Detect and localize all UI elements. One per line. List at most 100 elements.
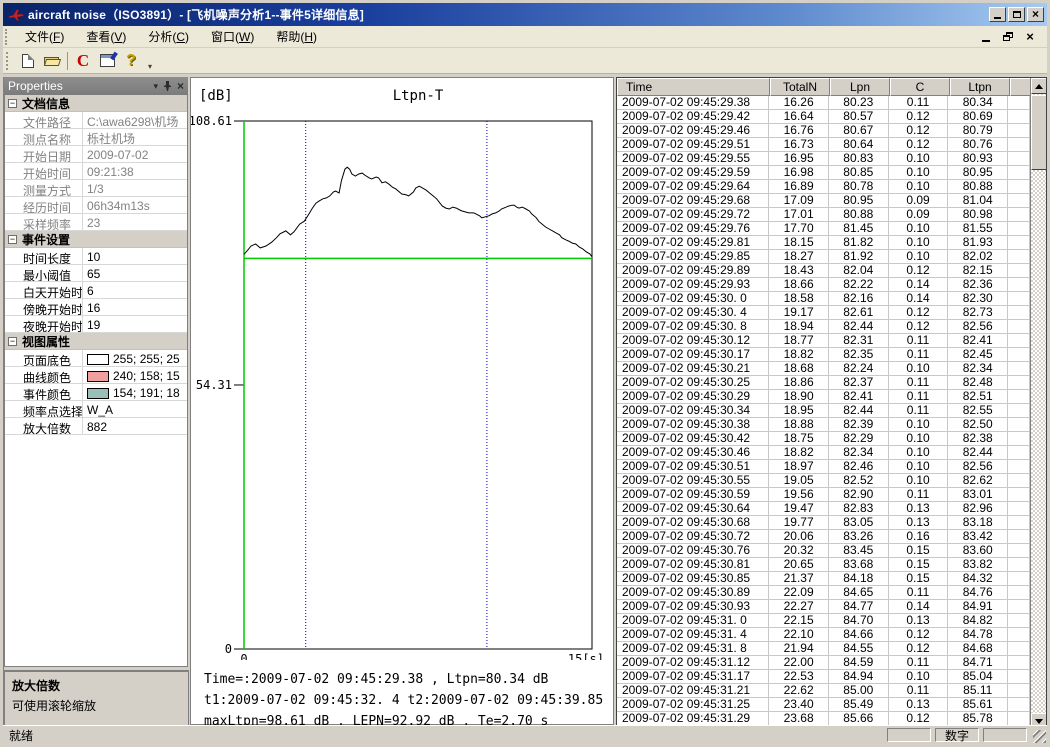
table-row[interactable]: 2009-07-02 09:45:31.2523.4085.490.1385.6… [617, 698, 1030, 712]
table-row[interactable]: 2009-07-02 09:45:30.1718.8282.350.1182.4… [617, 348, 1030, 362]
property-row[interactable]: 测点名称栎社机场 [5, 129, 187, 146]
table-row[interactable]: 2009-07-02 09:45:29.7217.0180.880.0980.9… [617, 208, 1030, 222]
minimize-button[interactable] [989, 7, 1006, 22]
table-row[interactable]: 2009-07-02 09:45:30.4218.7582.290.1082.3… [617, 432, 1030, 446]
property-row[interactable]: 开始时间09:21:38 [5, 163, 187, 180]
table-row[interactable]: 2009-07-02 09:45:30.6419.4782.830.1382.9… [617, 502, 1030, 516]
table-row[interactable]: 2009-07-02 09:45:30.5919.5682.900.1183.0… [617, 488, 1030, 502]
table-row[interactable]: 2009-07-02 09:45:29.3816.2680.230.1180.3… [617, 96, 1030, 110]
table-row[interactable]: 2009-07-02 09:45:31.2122.6285.000.1185.1… [617, 684, 1030, 698]
toolbar-button-c-letter[interactable]: C [71, 50, 95, 72]
menu-grip-handle[interactable] [5, 29, 10, 45]
mdi-restore-button[interactable] [1001, 30, 1015, 43]
property-row[interactable]: 文件路径C:\awa6298\机场 [5, 112, 187, 129]
menu-item[interactable]: 分析(C) [137, 25, 200, 48]
table-row[interactable]: 2009-07-02 09:45:31. 821.9484.550.1284.6… [617, 642, 1030, 656]
menu-item[interactable]: 文件(F) [14, 25, 75, 48]
table-scrollbar[interactable] [1030, 78, 1046, 729]
table-row[interactable]: 2009-07-02 09:45:29.4216.6480.570.1280.6… [617, 110, 1030, 124]
table-row[interactable]: 2009-07-02 09:45:29.5116.7380.640.1280.7… [617, 138, 1030, 152]
table-row[interactable]: 2009-07-02 09:45:29.9318.6682.220.1482.3… [617, 278, 1030, 292]
table-row[interactable]: 2009-07-02 09:45:30. 018.5882.160.1482.3… [617, 292, 1030, 306]
table-row[interactable]: 2009-07-02 09:45:30.4618.8282.340.1082.4… [617, 446, 1030, 460]
toolbar-button-open-folder[interactable] [40, 50, 64, 72]
property-row[interactable]: 页面底色255; 255; 25 [5, 350, 187, 367]
toolbar-button-new-document[interactable] [16, 50, 40, 72]
table-row[interactable]: 2009-07-02 09:45:29.6817.0980.950.0981.0… [617, 194, 1030, 208]
property-section-header[interactable]: −视图属性 [5, 333, 187, 350]
table-row[interactable]: 2009-07-02 09:45:29.6416.8980.780.1080.8… [617, 180, 1030, 194]
maximize-button[interactable] [1008, 7, 1025, 22]
table-header-spacer[interactable] [1010, 78, 1032, 96]
property-row[interactable]: 开始日期2009-07-02 [5, 146, 187, 163]
table-row[interactable]: 2009-07-02 09:45:30.3818.8882.390.1082.5… [617, 418, 1030, 432]
scrollbar-thumb[interactable] [1031, 95, 1047, 170]
panel-menu-chevron-icon[interactable]: ▾ [153, 81, 158, 92]
panel-close-icon[interactable]: × [177, 79, 184, 93]
collapse-icon[interactable]: − [8, 235, 17, 244]
scroll-up-button[interactable] [1031, 78, 1047, 94]
toolbar-grip-handle[interactable] [6, 52, 11, 70]
menu-item[interactable]: 窗口(W) [200, 25, 265, 48]
menu-item[interactable]: 帮助(H) [265, 25, 328, 48]
table-row[interactable]: 2009-07-02 09:45:30.8922.0984.650.1184.7… [617, 586, 1030, 600]
close-button[interactable]: × [1027, 7, 1044, 22]
toolbar-button-properties[interactable] [95, 50, 119, 72]
table-row[interactable]: 2009-07-02 09:45:31.1722.5384.940.1085.0… [617, 670, 1030, 684]
table-row[interactable]: 2009-07-02 09:45:30.2118.6882.240.1082.3… [617, 362, 1030, 376]
property-row[interactable]: 频率点选择W_A [5, 401, 187, 418]
toolbar-options-chevron-icon[interactable]: ▾ [145, 62, 155, 73]
menu-item[interactable]: 查看(V) [75, 25, 137, 48]
table-header-C[interactable]: C [890, 78, 950, 96]
table-row[interactable]: 2009-07-02 09:45:31.2923.6885.660.1285.7… [617, 712, 1030, 726]
table-row[interactable]: 2009-07-02 09:45:30.6819.7783.050.1383.1… [617, 516, 1030, 530]
table-header-Time[interactable]: Time [617, 78, 770, 96]
table-row[interactable]: 2009-07-02 09:45:30.2518.8682.370.1182.4… [617, 376, 1030, 390]
table-row[interactable]: 2009-07-02 09:45:30.7620.3283.450.1583.6… [617, 544, 1030, 558]
table-row[interactable]: 2009-07-02 09:45:29.8518.2781.920.1082.0… [617, 250, 1030, 264]
property-row[interactable]: 曲线颜色240; 158; 15 [5, 367, 187, 384]
table-row[interactable]: 2009-07-02 09:45:29.5916.9880.850.1080.9… [617, 166, 1030, 180]
table-row[interactable]: 2009-07-02 09:45:30. 419.1782.610.1282.7… [617, 306, 1030, 320]
property-row[interactable]: 经历时间06h34m13s [5, 197, 187, 214]
table-row[interactable]: 2009-07-02 09:45:30.9322.2784.770.1484.9… [617, 600, 1030, 614]
property-row[interactable]: 白天开始时间6 [5, 282, 187, 299]
mdi-minimize-button[interactable] [979, 30, 993, 43]
property-row[interactable]: 测量方式1/3 [5, 180, 187, 197]
resize-grip[interactable] [1033, 730, 1046, 743]
table-row[interactable]: 2009-07-02 09:45:29.8118.1581.820.1081.9… [617, 236, 1030, 250]
table-header-TotalN[interactable]: TotalN [770, 78, 830, 96]
property-row[interactable]: 采样频率23 [5, 214, 187, 231]
mdi-close-button[interactable]: × [1023, 30, 1037, 43]
property-row[interactable]: 夜晚开始时间19 [5, 316, 187, 333]
table-row[interactable]: 2009-07-02 09:45:29.4616.7680.670.1280.7… [617, 124, 1030, 138]
table-row[interactable]: 2009-07-02 09:45:30. 818.9482.440.1282.5… [617, 320, 1030, 334]
table-row[interactable]: 2009-07-02 09:45:30.7220.0683.260.1683.4… [617, 530, 1030, 544]
property-section-header[interactable]: −文档信息 [5, 95, 187, 112]
property-row[interactable]: 最小阈值65 [5, 265, 187, 282]
property-section-header[interactable]: −事件设置 [5, 231, 187, 248]
property-row[interactable]: 事件颜色154; 191; 18 [5, 384, 187, 401]
table-row[interactable]: 2009-07-02 09:45:30.3418.9582.440.1182.5… [617, 404, 1030, 418]
table-row[interactable]: 2009-07-02 09:45:30.1218.7782.310.1182.4… [617, 334, 1030, 348]
table-row[interactable]: 2009-07-02 09:45:30.8521.3784.180.1584.3… [617, 572, 1030, 586]
toolbar-button-help[interactable]: ? [119, 50, 143, 72]
ltpn-chart[interactable]: Ltpn-T[dB]108.6154.310015[s] [191, 78, 613, 660]
collapse-icon[interactable]: − [8, 99, 17, 108]
table-row[interactable]: 2009-07-02 09:45:29.8918.4382.040.1282.1… [617, 264, 1030, 278]
collapse-icon[interactable]: − [8, 337, 17, 346]
table-row[interactable]: 2009-07-02 09:45:29.7617.7081.450.1081.5… [617, 222, 1030, 236]
property-row[interactable]: 傍晚开始时间16 [5, 299, 187, 316]
table-row[interactable]: 2009-07-02 09:45:31. 422.1084.660.1284.7… [617, 628, 1030, 642]
table-row[interactable]: 2009-07-02 09:45:31.1222.0084.590.1184.7… [617, 656, 1030, 670]
table-row[interactable]: 2009-07-02 09:45:30.5519.0582.520.1082.6… [617, 474, 1030, 488]
table-row[interactable]: 2009-07-02 09:45:30.5118.9782.460.1082.5… [617, 460, 1030, 474]
table-row[interactable]: 2009-07-02 09:45:30.2918.9082.410.1182.5… [617, 390, 1030, 404]
table-row[interactable]: 2009-07-02 09:45:29.5516.9580.830.1080.9… [617, 152, 1030, 166]
table-row[interactable]: 2009-07-02 09:45:31. 022.1584.700.1384.8… [617, 614, 1030, 628]
pin-icon[interactable] [163, 81, 172, 91]
property-row[interactable]: 时间长度10 [5, 248, 187, 265]
table-row[interactable]: 2009-07-02 09:45:30.8120.6583.680.1583.8… [617, 558, 1030, 572]
property-row[interactable]: 放大倍数882 [5, 418, 187, 435]
table-header-Lpn[interactable]: Lpn [830, 78, 890, 96]
